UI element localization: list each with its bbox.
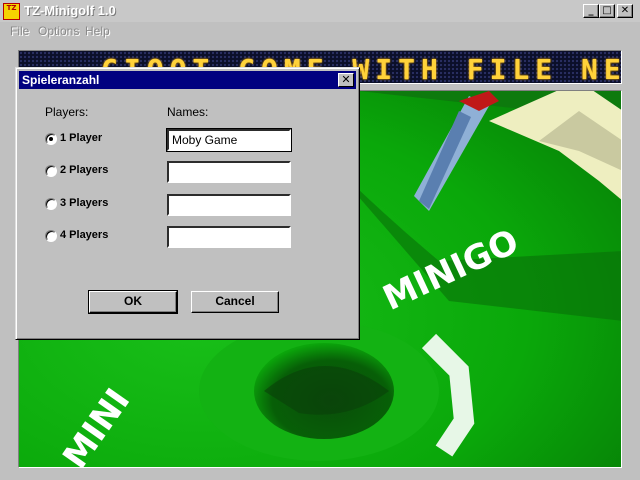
name-field-2[interactable] [167,161,291,183]
players-header: Players: [45,105,89,119]
label-4-players[interactable]: 4 Players [60,229,108,241]
name-field-4[interactable] [167,226,291,248]
names-header: Names: [167,105,209,119]
main-window: TZ TZ-Minigolf 1.0 _ □ ✕ File Options He… [0,0,640,480]
title-bar: TZ TZ-Minigolf 1.0 _ □ ✕ [0,0,640,22]
label-1-player[interactable]: 1 Player [60,132,102,144]
dialog-title: Spieleranzahl [22,73,100,87]
menu-help[interactable]: Help [85,24,110,38]
radio-4-players[interactable] [45,230,57,242]
ok-button[interactable]: OK [88,290,178,314]
menu-options[interactable]: Options [38,24,79,38]
dialog-close-button[interactable]: ✕ [338,73,354,87]
label-2-players[interactable]: 2 Players [60,164,108,176]
radio-1-player[interactable] [45,133,57,145]
radio-selected-dot [49,137,53,141]
maximize-button[interactable]: □ [599,4,615,18]
menu-bar: File Options Help [0,22,640,42]
minimize-button[interactable]: _ [583,4,599,18]
name-field-3[interactable] [167,194,291,216]
radio-2-players[interactable] [45,165,57,177]
window-title: TZ-Minigolf 1.0 [24,3,116,18]
radio-3-players[interactable] [45,198,57,210]
app-icon[interactable]: TZ [3,3,20,20]
close-button[interactable]: ✕ [617,4,633,18]
player-count-dialog: Spieleranzahl ✕ Players: Names: 1 Player… [15,67,360,340]
dialog-title-bar: Spieleranzahl ✕ [19,71,356,89]
menu-file[interactable]: File [10,24,29,38]
name-field-1[interactable]: Moby Game [166,128,292,152]
cancel-button[interactable]: Cancel [191,291,279,313]
label-3-players[interactable]: 3 Players [60,197,108,209]
